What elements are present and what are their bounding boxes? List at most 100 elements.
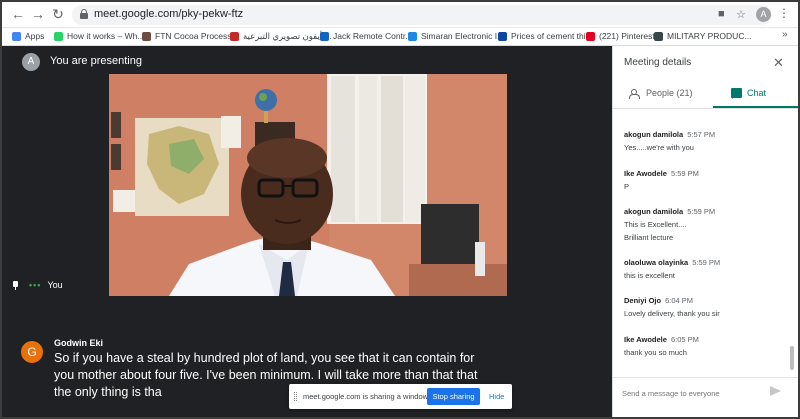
meet-stage: A You are presenting ••• You G Godwin Ek…: [2, 46, 612, 417]
chat-text: thank you so much: [624, 348, 687, 357]
chat-message-input[interactable]: [622, 389, 762, 398]
presenting-label: You are presenting: [50, 55, 142, 67]
address-bar[interactable]: meet.google.com/pky-pekw-ftz ■ ☆: [72, 5, 772, 25]
profile-avatar[interactable]: A: [756, 7, 771, 22]
chat-message: akogun damilola 5:57 PM Yes.....we're wit…: [624, 130, 715, 152]
chat-message: Ike Awodele 6:05 PM thank you so much: [624, 335, 699, 357]
tab-people-label: People (21): [646, 88, 693, 98]
chat-time: 5:59 PM: [687, 207, 716, 216]
sharing-message: meet.google.com is sharing a window.: [303, 392, 430, 401]
self-tile-bar: ••• You: [12, 280, 63, 290]
chat-sender: akogun damilola: [624, 207, 684, 216]
bookmark-favicon-icon: [230, 32, 239, 41]
camera-icon[interactable]: ■: [718, 8, 725, 20]
chat-icon: [731, 88, 742, 99]
bookmark-item[interactable]: أيفون تصويري التبرعية ...: [230, 31, 332, 42]
bookmarks-bar: Apps How it works – Wh... FTN Cocoa Proc…: [2, 28, 798, 46]
bookmark-favicon-icon: [654, 31, 663, 41]
chat-sender: Ike Awodele: [624, 335, 667, 344]
lock-icon: [80, 9, 88, 19]
bookmark-favicon-icon: [586, 31, 595, 41]
panel-title: Meeting details: [624, 57, 692, 68]
presenter-video: [109, 74, 507, 296]
chat-message-header: akogun damilola 5:57 PM: [624, 130, 715, 139]
speaker-avatar: G: [21, 341, 43, 363]
chat-sender: akogun damilola: [624, 130, 684, 139]
chat-text: this is excellent: [624, 271, 675, 280]
browser-menu-icon[interactable]: ⋮: [778, 6, 790, 20]
bookmark-item[interactable]: Prices of cement thi...: [498, 31, 593, 41]
forward-arrow-icon[interactable]: →: [30, 6, 46, 22]
bookmark-label: FTN Cocoa Process...: [155, 31, 239, 41]
apps-grid-icon: [12, 31, 21, 41]
video-frame-image: [109, 74, 507, 296]
chat-message-header: akogun damilola 5:59 PM: [624, 207, 715, 216]
bookmark-item[interactable]: Apps: [12, 31, 44, 41]
bookmark-label: Simaran Electronic I...: [421, 31, 505, 41]
bookmark-favicon-icon: [54, 31, 63, 41]
bookmark-label: (221) Pinterest: [599, 31, 655, 41]
chat-message: olaoluwa olayinka 5:59 PM this is excelle…: [624, 258, 720, 280]
stop-sharing-button[interactable]: Stop sharing: [427, 388, 480, 405]
chat-time: 5:57 PM: [687, 130, 716, 139]
bookmark-star-icon[interactable]: ☆: [736, 8, 746, 21]
url-text: meet.google.com/pky-pekw-ftz: [94, 8, 244, 20]
self-label: You: [47, 280, 63, 290]
chat-sender: Deniyi Ojo: [624, 296, 662, 305]
bookmark-item[interactable]: Jack Remote Contr...: [320, 31, 412, 41]
tab-people[interactable]: People (21): [629, 88, 693, 99]
chat-text: Brilliant lecture: [624, 233, 674, 242]
caption-speaker-name: Godwin Eki: [54, 338, 104, 348]
bookmark-favicon-icon: [320, 31, 329, 41]
bookmark-label: Apps: [25, 31, 45, 41]
bookmarks-overflow-icon[interactable]: »: [782, 29, 788, 40]
bookmark-label: MILITARY PRODUC...: [667, 31, 752, 41]
bookmark-favicon-icon: [142, 31, 151, 41]
bookmark-label: Prices of cement thi...: [511, 31, 593, 41]
bookmark-item[interactable]: (221) Pinterest: [586, 31, 655, 41]
hide-button[interactable]: Hide: [489, 392, 504, 401]
bookmark-item[interactable]: Simaran Electronic I...: [408, 31, 504, 41]
presenter-avatar: A: [22, 53, 40, 71]
tab-divider: [613, 108, 798, 109]
bookmark-label: أيفون تصويري التبرعية ...: [243, 31, 332, 41]
chat-text: This is Excellent....: [624, 220, 687, 229]
chat-text: P: [624, 182, 630, 191]
reload-icon[interactable]: ↻: [50, 6, 66, 22]
bookmark-item[interactable]: MILITARY PRODUC...: [654, 31, 752, 41]
chat-time: 5:59 PM: [692, 258, 721, 267]
chat-message: akogun damilola 5:59 PM This is Excellent…: [624, 207, 715, 242]
bookmark-favicon-icon: [408, 31, 417, 41]
bookmark-label: How it works – Wh...: [67, 31, 145, 41]
audio-level-icon: •••: [29, 280, 42, 290]
meeting-details-panel: Meeting details ✕ People (21) Chat akogu…: [612, 46, 798, 417]
drag-handle-icon[interactable]: [294, 392, 297, 401]
bookmark-item[interactable]: How it works – Wh...: [54, 31, 144, 41]
chat-time: 6:04 PM: [665, 296, 694, 305]
tab-chat-label: Chat: [747, 88, 767, 98]
pin-icon[interactable]: [12, 280, 19, 290]
send-icon[interactable]: [770, 386, 781, 396]
browser-toolbar: ← → ↻ meet.google.com/pky-pekw-ftz ■ ☆ A…: [2, 2, 798, 28]
chat-time: 6:05 PM: [670, 335, 699, 344]
bookmark-item[interactable]: FTN Cocoa Process...: [142, 31, 239, 41]
chat-scrollbar[interactable]: [790, 346, 794, 370]
bookmark-label: Jack Remote Contr...: [333, 31, 413, 41]
send-divider: [613, 377, 798, 378]
chat-text: Yes.....we're with you: [624, 143, 694, 152]
chat-sender: Ike Awodele: [624, 169, 667, 178]
chat-message: Ike Awodele 5:59 PM P: [624, 169, 699, 191]
chat-text: Lovely delivery, thank you sir: [624, 309, 720, 318]
tab-chat[interactable]: Chat: [731, 88, 767, 99]
chat-message-header: Ike Awodele 5:59 PM: [624, 169, 699, 178]
bookmark-favicon-icon: [498, 31, 507, 41]
screen-frame: ← → ↻ meet.google.com/pky-pekw-ftz ■ ☆ A…: [0, 0, 800, 419]
chat-message-header: Deniyi Ojo 6:04 PM: [624, 296, 720, 305]
chat-message: Deniyi Ojo 6:04 PM Lovely delivery, thank…: [624, 296, 720, 318]
chat-message-header: olaoluwa olayinka 5:59 PM: [624, 258, 720, 267]
sharing-notification-bar: meet.google.com is sharing a window. Sto…: [289, 384, 512, 409]
chat-sender: olaoluwa olayinka: [624, 258, 689, 267]
back-arrow-icon[interactable]: ←: [10, 6, 26, 22]
chat-message-header: Ike Awodele 6:05 PM: [624, 335, 699, 344]
close-icon[interactable]: ✕: [773, 55, 784, 71]
